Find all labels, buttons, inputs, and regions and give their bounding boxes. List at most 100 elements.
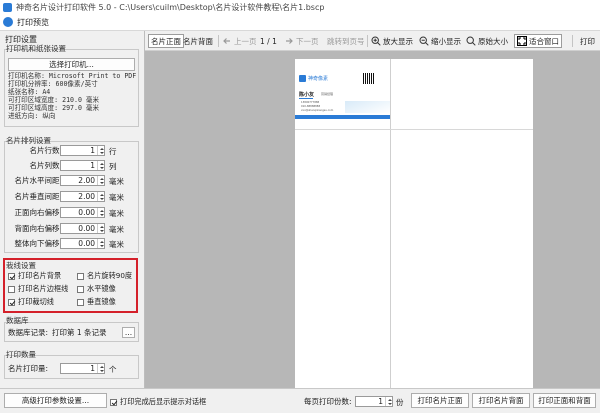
spin-arrows-icon[interactable] [97,146,104,155]
hgap-stepper[interactable]: 2.00 [60,175,105,186]
bottom-bar: 高级打印参数设置... 打印完成后显示提示对话框 每页打印份数: 1 份 打印名… [0,388,600,413]
layout-label: 背面向右偏移: [14,224,62,233]
per-page-label-text: 每页打印份数: [304,397,352,406]
card-wave-graphic [345,101,390,113]
jump-page-label: 跳转到页号 [327,36,365,46]
checkbox-label: 名片旋转90度 [87,271,133,280]
spin-arrows-icon[interactable] [97,208,104,217]
checkbox-box[interactable] [8,272,15,280]
back-side-label: 名片背面 [183,36,213,46]
business-card-preview: 神奇像素 陈小友 营销经理 13800777888 010-88888888 x… [295,67,390,125]
copies-stepper[interactable]: 1 [60,363,105,374]
print-settings-panel: 打印设置 打印机和纸张设置 选择打印机... 打印机名称: Microsoft … [0,31,145,388]
stepper-value: 2.00 [78,176,95,185]
stepper-value: 0.00 [78,208,95,217]
page-indicator-text: 1 / 1 [260,36,277,46]
next-page-button[interactable]: 下一页 [284,34,319,48]
card-name: 陈小友 [299,92,315,98]
down-offset-stepper[interactable]: 0.00 [60,238,105,249]
card-job: 营销经理 [321,92,334,96]
layout-label: 名片行数: [29,146,62,155]
checkbox-box[interactable] [110,398,117,406]
spin-arrows-icon[interactable] [97,192,104,201]
page-indicator: 1 / 1 [260,34,277,48]
card-divider [299,98,313,99]
back-offset-stepper[interactable]: 0.00 [60,223,105,234]
checkbox-box[interactable] [77,298,84,306]
print-back-button[interactable]: 打印名片背面 [472,393,530,408]
print-front-button[interactable]: 打印名片正面 [411,393,469,408]
layout-label: 名片垂直间距: [14,192,62,201]
card-email: xxx@shenqixiangsu.com [301,109,334,112]
advanced-print-settings-button[interactable]: 高级打印参数设置... [4,393,107,408]
checkbox-label: 打印名片边框线 [18,284,69,293]
checkbox-label: 打印裁切线 [18,297,54,306]
cut-line-vertical [390,59,391,388]
spin-arrows-icon[interactable] [385,397,392,406]
db-more-button[interactable]: ... [122,327,135,338]
per-page-stepper[interactable]: 1 [355,396,393,407]
rows-stepper[interactable]: 1 [60,145,105,156]
layout-label: 名片水平间距: [14,176,62,185]
rotate-90-checkbox[interactable]: 名片旋转90度 [77,271,132,281]
vgap-stepper[interactable]: 2.00 [60,191,105,202]
checkbox-box[interactable] [77,285,84,293]
printer-info-line: 打印机名称: Microsoft Print to PDF [8,72,137,80]
checkbox-label: 打印完成后显示提示对话框 [120,397,207,406]
card-bottom-stripe [295,115,390,119]
print-background-checkbox[interactable]: 打印名片背景 [8,271,61,281]
spin-arrows-icon[interactable] [97,364,104,373]
print-button[interactable]: 打印 [580,34,595,48]
toolbar-separator [572,35,573,47]
front-offset-unit: 毫米 [109,209,124,218]
printer-info: 打印机名称: Microsoft Print to PDF 打印机分辨率: 60… [8,72,136,121]
zoom-in-button[interactable]: 放大显示 [371,34,413,48]
checkbox-box[interactable] [8,298,15,306]
stepper-value: 1 [90,364,95,373]
db-record-label-text: 数据库记录: [8,328,49,337]
back-offset-label-row: 背面向右偏移: [0,223,62,234]
print-cutline-checkbox[interactable]: 打印裁切线 [8,297,54,307]
window-title: 神奇名片设计打印软件 5.0 - C:\Users\cuilm\Desktop\… [16,2,325,12]
cols-stepper[interactable]: 1 [60,160,105,171]
checkbox-box[interactable] [77,272,84,280]
copies-unit: 个 [109,365,117,374]
down-offset-label-row: 整体向下偏移: [0,238,62,249]
checkbox-box[interactable] [8,285,15,293]
spin-arrows-icon[interactable] [97,224,104,233]
back-side-button[interactable]: 名片背面 [183,34,213,48]
copies-label: 名片打印量: [8,363,48,374]
front-side-label: 名片正面 [151,36,181,46]
dialog-title: 打印预览 [17,17,49,27]
spin-arrows-icon[interactable] [97,176,104,185]
spin-arrows-icon[interactable] [97,239,104,248]
checkbox-label: 打印名片背景 [18,271,62,280]
zoom-in-icon [371,36,381,46]
print-border-checkbox[interactable]: 打印名片边框线 [8,284,68,294]
copies-group-label: 打印数量 [6,350,36,359]
jump-page-button[interactable]: 跳转到页号 [327,34,365,48]
front-offset-stepper[interactable]: 0.00 [60,207,105,218]
stepper-value: 2.00 [78,192,95,201]
original-size-button[interactable]: 原始大小 [466,34,508,48]
front-side-button[interactable]: 名片正面 [148,34,184,48]
fit-window-button[interactable]: 适合窗口 [514,34,562,48]
select-printer-button[interactable]: 选择打印机... [8,58,135,71]
spin-arrows-icon[interactable] [97,161,104,170]
vertical-mirror-checkbox[interactable]: 垂直镜像 [77,297,116,307]
show-dialog-after-print-checkbox[interactable]: 打印完成后显示提示对话框 [110,397,206,407]
print-preview-icon [3,17,13,27]
checkbox-label: 水平镜像 [87,284,116,293]
magnifier-icon [466,36,476,46]
zoom-in-label: 放大显示 [383,36,413,46]
preview-canvas[interactable]: 神奇像素 陈小友 营销经理 13800777888 010-88888888 x… [145,51,600,388]
layout-label: 正面向右偏移: [14,208,62,217]
app-icon [3,2,12,12]
print-both-button[interactable]: 打印正面和背面 [533,393,596,408]
horizontal-mirror-checkbox[interactable]: 水平镜像 [77,284,116,294]
down-offset-unit: 毫米 [109,240,124,249]
prev-page-button[interactable]: 上一页 [222,34,257,48]
zoom-out-button[interactable]: 缩小显示 [419,34,461,48]
vgap-unit: 毫米 [109,193,124,202]
arrow-right-icon [286,38,293,44]
